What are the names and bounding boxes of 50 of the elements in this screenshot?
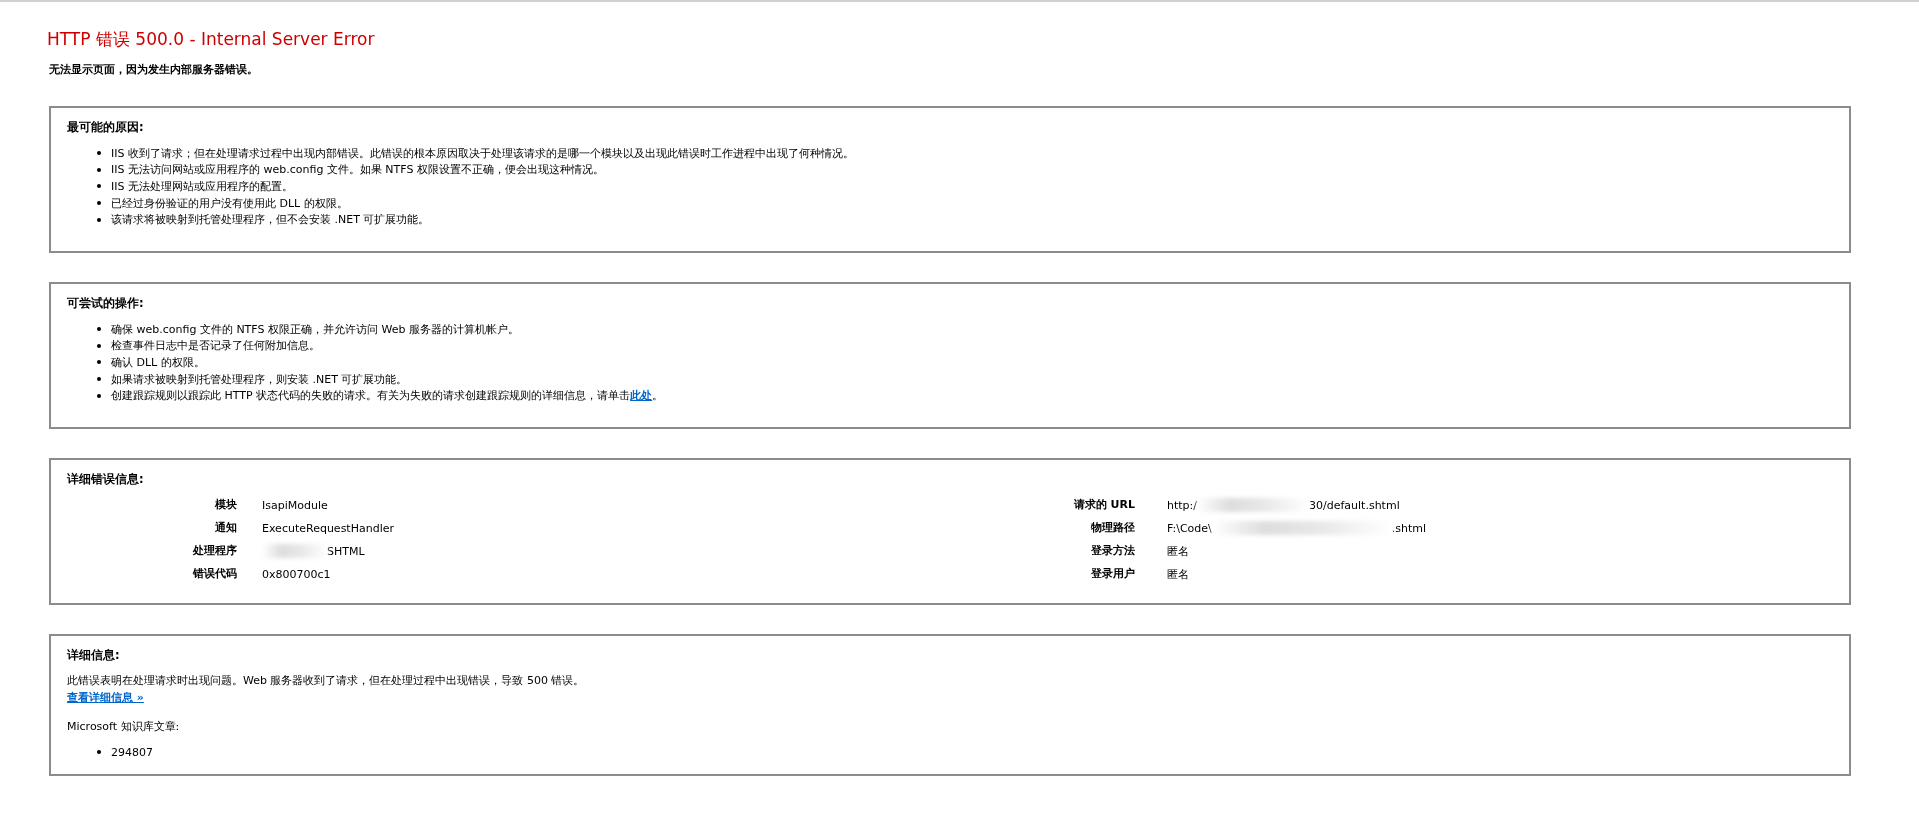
field-value: IsapiModule	[262, 498, 328, 512]
list-item-text: 创建跟踪规则以跟踪此 HTTP 状态代码的失败的请求。有关为失败的请求创建跟踪规则的详细信息，请单击此处。	[111, 388, 664, 404]
list-item-text: IIS 收到了请求；但在处理请求过程中出现内部错误。此错误的根本原因取决于处理该请求的是哪一个模块以及出现此错误时工作进程中出现了何种情况。	[111, 145, 854, 161]
field-value: 0x800700c1	[262, 567, 331, 581]
bullet-icon	[97, 217, 101, 222]
bullet-icon	[97, 151, 101, 156]
list-item-text: 已经过身份验证的用户没有使用此 DLL 的权限。	[111, 195, 348, 211]
list-item-text: 该请求将被映射到托管处理程序，但不会安装 .NET 可扩展功能。	[111, 212, 430, 228]
field-label: 登录用户	[1090, 566, 1135, 582]
field-label: 模块	[214, 497, 237, 513]
field-value: F:\Code\	[1167, 521, 1212, 535]
field-label: 物理路径	[1090, 520, 1135, 536]
field-label: 处理程序	[192, 543, 237, 559]
details-link[interactable]: 查看详细信息 »	[67, 691, 144, 704]
list-item-text: 如果请求被映射到托管处理程序，则安装 .NET 可扩展功能。	[111, 371, 408, 387]
field-value: 匿名	[1167, 543, 1189, 559]
info-text: 此错误表明在处理请求时出现问题。Web 服务器收到了请求，但在处理过程中出现错误，导致 500 错误。	[67, 673, 586, 688]
section-heading: 详细信息:	[67, 648, 121, 663]
list-item-text: 294807	[111, 745, 153, 759]
field-value: http:/	[1167, 498, 1197, 512]
field-value: ExecuteRequestHandler	[262, 521, 394, 535]
help-link[interactable]: 此处	[630, 389, 653, 403]
bullet-icon	[97, 343, 101, 348]
field-value: SHTML	[327, 544, 365, 558]
bullet-icon	[97, 167, 101, 172]
field-value: 匿名	[1167, 566, 1189, 582]
bullet-icon	[97, 393, 101, 398]
list-item-text: IIS 无法处理网站或应用程序的配置。	[111, 179, 293, 194]
bullet-icon	[97, 377, 101, 382]
field-label: 请求的 URL	[1072, 497, 1135, 513]
bullet-icon	[97, 750, 101, 755]
bullet-icon	[97, 201, 101, 206]
error-summary: 无法显示页面，因为发生内部服务器错误。	[49, 62, 259, 77]
list-item-text: 检查事件日志中是否记录了任何附加信息。	[111, 338, 320, 354]
page-title: HTTP 错误 500.0 - Internal Server Error	[47, 28, 376, 51]
bullet-icon	[97, 184, 101, 189]
field-label: 通知	[214, 520, 237, 536]
field-value: .shtml	[1391, 521, 1427, 535]
bullet-icon	[97, 360, 101, 365]
bullet-icon	[97, 327, 101, 332]
list-item-text: 确认 DLL 的权限。	[111, 355, 205, 370]
section-heading: 可尝试的操作:	[67, 296, 145, 311]
field-label: 错误代码	[191, 566, 237, 582]
section-heading: 最可能的原因:	[67, 120, 145, 135]
field-value: 30/default.shtml	[1309, 498, 1400, 512]
kb-label: Microsoft 知识库文章:	[67, 719, 181, 734]
field-label: 登录方法	[1090, 543, 1135, 559]
section-heading: 详细错误信息:	[67, 472, 145, 487]
list-item-text: 确保 web.config 文件的 NTFS 权限正确，并允许访问 Web 服务器的计算机帐户。	[111, 321, 519, 337]
list-item-text: IIS 无法访问网站或应用程序的 web.config 文件。如果 NTFS 权限设置不正确，便会出现这种情况。	[111, 162, 604, 178]
